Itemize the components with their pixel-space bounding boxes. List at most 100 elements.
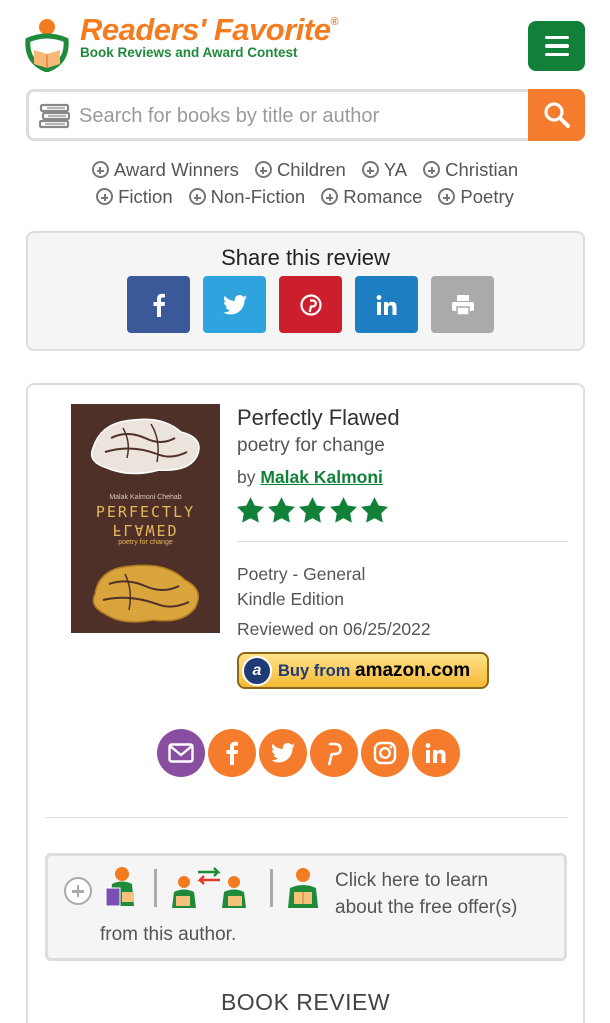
category-label: Fiction <box>118 185 173 207</box>
category-label: Romance <box>343 185 423 207</box>
plus-circle-icon <box>254 161 272 178</box>
author-link[interactable]: Malak Kalmoni <box>260 467 383 487</box>
plus-circle-icon <box>361 161 379 178</box>
category-label: Award Winners <box>113 158 239 180</box>
plus-circle-icon <box>188 188 206 205</box>
logo-title[interactable]: Readers' Favorite® <box>80 12 339 48</box>
category-label: Non-Fiction <box>210 185 306 207</box>
book-review-heading: BOOK REVIEW <box>220 989 391 1015</box>
plus-circle-icon <box>423 161 441 178</box>
category-children[interactable]: Children <box>254 158 346 181</box>
star-rating <box>237 497 567 523</box>
instagram-button[interactable] <box>361 729 409 777</box>
divider <box>45 817 568 818</box>
facebook-icon <box>226 741 238 765</box>
separator <box>270 869 273 907</box>
linkedin-button[interactable] <box>412 729 460 777</box>
category-poetry[interactable]: Poetry <box>438 185 514 208</box>
envelope-icon <box>168 743 194 763</box>
reader-icon <box>288 868 318 908</box>
by-label: by <box>237 467 256 487</box>
category-label: Christian <box>445 158 519 180</box>
share-pinterest-button[interactable] <box>279 276 342 333</box>
amazon-logo-icon: a <box>242 655 272 686</box>
cover-title-line1: PERFECTLY <box>95 503 196 521</box>
twitter-button[interactable] <box>259 729 307 777</box>
plus-circle-icon <box>96 188 114 205</box>
hamburger-icon-bar <box>544 44 569 48</box>
hamburger-icon-bar <box>544 35 569 40</box>
menu-button[interactable] <box>528 21 585 71</box>
reviewed-date: Reviewed on 06/25/2022 <box>237 619 431 639</box>
buy-from-label: Buy from <box>278 661 351 680</box>
twitter-icon <box>271 743 295 763</box>
amazon-label: Buy from amazon.com <box>278 660 470 682</box>
offer-text-line3: from this author. <box>100 924 237 945</box>
category-label: Children <box>276 158 346 180</box>
share-buttons <box>127 276 494 333</box>
book-edition: Kindle Edition <box>237 589 345 609</box>
cover-illustration-top-icon <box>90 418 200 475</box>
linkedin-icon <box>425 743 446 763</box>
instagram-icon <box>373 741 397 765</box>
search-field[interactable] <box>26 89 528 141</box>
amazon-brand: amazon.com <box>355 659 471 681</box>
facebook-button[interactable] <box>208 729 256 777</box>
category-links: Award Winners Children YA Christian Fict… <box>0 156 610 210</box>
linkedin-icon <box>376 294 396 315</box>
category-label: Poetry <box>460 185 514 207</box>
search-button[interactable] <box>528 89 585 141</box>
plus-circle-icon <box>321 188 339 205</box>
share-facebook-button[interactable] <box>127 276 190 333</box>
share-linkedin-button[interactable] <box>355 276 418 333</box>
plus-circle-icon <box>438 188 456 205</box>
divider <box>237 541 567 542</box>
cover-author: Malak Kalmoni Chehab <box>109 494 182 501</box>
search-bar <box>26 89 585 141</box>
share-twitter-button[interactable] <box>203 276 266 333</box>
book-genre: Poetry - General <box>237 564 366 584</box>
offer-text-line1: Click here to learn <box>335 870 489 891</box>
printer-icon <box>451 294 474 316</box>
plus-circle-icon <box>91 161 109 178</box>
category-fiction[interactable]: Fiction <box>96 186 173 208</box>
reader-with-book-icon <box>105 867 134 907</box>
separator <box>154 869 157 907</box>
book-cover[interactable]: Malak Kalmoni Chehab PERFECTLY FLAWED po… <box>71 404 220 633</box>
book-info: Perfectly Flawed poetry for change by Ma… <box>237 405 567 523</box>
search-input[interactable] <box>79 102 519 130</box>
share-panel: Share this review <box>26 231 585 351</box>
buy-from-amazon-button[interactable]: a Buy from amazon.com <box>237 652 489 689</box>
book-title: Perfectly Flawed <box>237 405 400 430</box>
twitter-icon <box>222 294 247 314</box>
share-title: Share this review <box>221 245 390 270</box>
facebook-icon <box>153 293 165 317</box>
star-icon <box>268 497 295 523</box>
category-non-fiction[interactable]: Non-Fiction <box>188 185 306 208</box>
cover-illustration-bottom-icon <box>92 564 200 623</box>
category-ya[interactable]: YA <box>361 159 407 181</box>
pinterest-icon <box>327 742 342 765</box>
readers-favorite-logo-icon[interactable] <box>24 18 70 72</box>
author-social-links <box>157 729 460 777</box>
star-icon <box>237 497 264 523</box>
cover-title-line2: FLAWED <box>112 521 179 539</box>
site-header: Readers' Favorite® Book Reviews and Awar… <box>0 0 610 86</box>
hamburger-icon-bar <box>544 52 569 57</box>
star-icon <box>361 497 388 523</box>
free-offer-panel[interactable]: Click here to learn about the free offer… <box>45 853 567 961</box>
share-print-button[interactable] <box>431 276 494 333</box>
pinterest-icon <box>299 293 322 316</box>
search-icon <box>543 102 570 128</box>
category-christian[interactable]: Christian <box>423 159 518 181</box>
email-button[interactable] <box>157 729 205 777</box>
books-icon <box>39 103 71 129</box>
category-romance[interactable]: Romance <box>321 186 422 208</box>
category-award-winners[interactable]: Award Winners <box>91 158 239 181</box>
book-exchange-icon <box>172 867 246 908</box>
expand-plus-icon[interactable] <box>64 877 92 905</box>
pinterest-button[interactable] <box>310 729 358 777</box>
book-card: Malak Kalmoni Chehab PERFECTLY FLAWED po… <box>26 383 585 1023</box>
logo-subtitle: Book Reviews and Award Contest <box>80 45 298 60</box>
offer-text-line2: about the free offer(s) <box>335 897 518 918</box>
